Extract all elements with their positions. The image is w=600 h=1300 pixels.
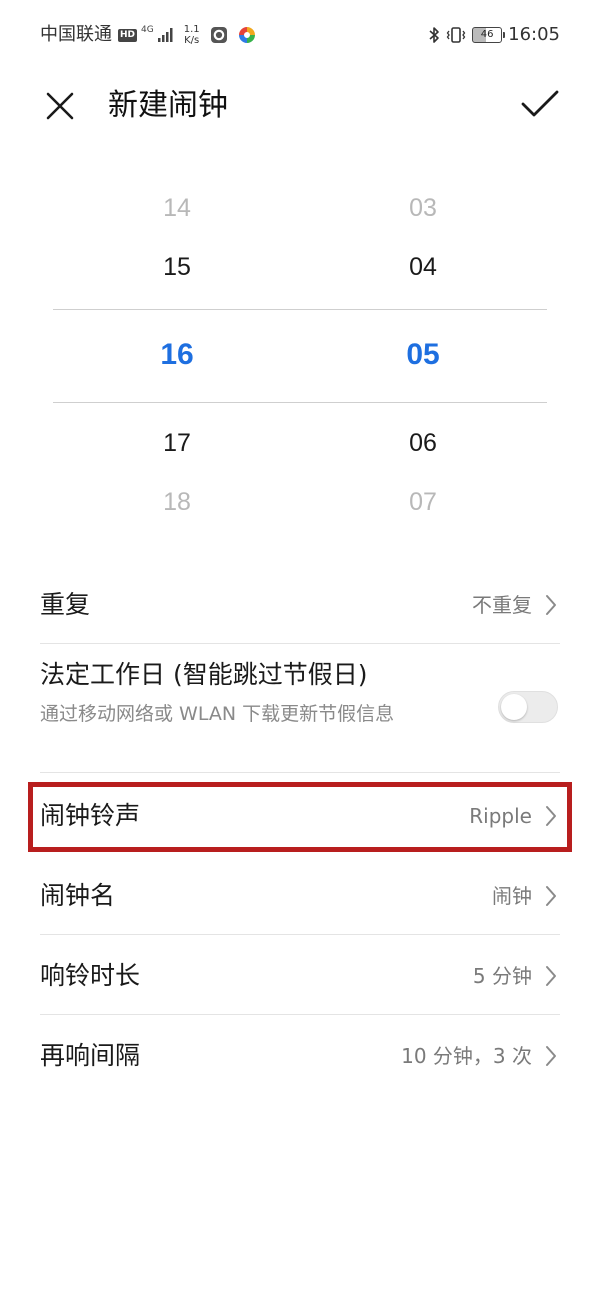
check-icon <box>521 90 559 117</box>
signal-icon <box>157 28 173 42</box>
picker-selection-line-bottom <box>53 402 547 403</box>
selected-hour[interactable]: 16 <box>77 338 277 372</box>
repeat-row[interactable]: 重复 不重复 <box>40 566 560 644</box>
divider <box>40 772 560 773</box>
network-speed-value: 1.1 <box>183 24 200 35</box>
network-type: 4G <box>141 25 154 35</box>
hour-wheel[interactable]: 14 15 16 17 18 <box>77 180 277 530</box>
hour-option[interactable]: 15 <box>77 253 277 282</box>
vibrate-icon <box>446 27 466 43</box>
network-speed-unit: K/s <box>184 35 200 46</box>
status-bar-right: 46 16:05 <box>428 22 560 48</box>
ring-duration-value: 5 分钟 <box>472 964 532 988</box>
alarm-name-label: 闹钟名 <box>40 881 116 910</box>
minute-option[interactable]: 06 <box>323 429 523 458</box>
network-speed: 1.1 K/s <box>184 24 200 46</box>
ring-duration-row[interactable]: 响铃时长 5 分钟 <box>40 938 560 1014</box>
app-notification-icon <box>210 27 227 43</box>
repeat-label: 重复 <box>40 590 91 619</box>
chevron-right-icon <box>542 879 560 913</box>
ringtone-label: 闹钟铃声 <box>40 801 141 830</box>
workday-label: 法定工作日 (智能跳过节假日) <box>40 660 368 689</box>
workday-description: 通过移动网络或 WLAN 下载更新节假信息 <box>40 703 395 725</box>
minute-option[interactable]: 04 <box>323 253 523 282</box>
close-button[interactable] <box>38 84 82 128</box>
app-color-wheel-icon <box>238 27 255 43</box>
confirm-button[interactable] <box>516 82 564 126</box>
hour-option[interactable]: 17 <box>77 429 277 458</box>
close-icon <box>46 92 74 120</box>
minute-option[interactable]: 07 <box>323 488 523 517</box>
ring-duration-label: 响铃时长 <box>40 961 141 990</box>
time-picker: 14 15 16 17 18 03 04 05 06 07 <box>0 180 600 530</box>
battery-indicator: 46 <box>472 27 506 43</box>
chevron-right-icon <box>542 799 560 833</box>
new-alarm-screen: 中国联通 HD 4G 1.1 K/s 46 16:05 新建闹钟 14 15 1… <box>0 0 600 1300</box>
hd-badge: HD <box>118 28 138 42</box>
toggle-knob <box>501 694 527 720</box>
ringtone-row[interactable]: 闹钟铃声 Ripple <box>40 778 560 854</box>
ringtone-value: Ripple <box>469 804 532 828</box>
chevron-right-icon <box>542 959 560 993</box>
status-bar-left: 中国联通 HD 4G 1.1 K/s <box>40 22 256 48</box>
minute-wheel[interactable]: 03 04 05 06 07 <box>323 180 523 530</box>
workday-row: 法定工作日 (智能跳过节假日) 通过移动网络或 WLAN 下载更新节假信息 <box>40 644 560 772</box>
repeat-value: 不重复 <box>472 593 532 617</box>
carrier-name: 中国联通 <box>40 24 112 45</box>
snooze-label: 再响间隔 <box>40 1041 141 1070</box>
hour-option[interactable]: 14 <box>77 194 277 223</box>
workday-toggle[interactable] <box>498 691 558 723</box>
picker-selection-line-top <box>53 309 547 310</box>
top-bar: 新建闹钟 <box>0 70 600 140</box>
snooze-value: 10 分钟，3 次 <box>401 1044 532 1068</box>
alarm-name-value: 闹钟 <box>492 884 532 908</box>
snooze-row[interactable]: 再响间隔 10 分钟，3 次 <box>40 1018 560 1094</box>
page-title: 新建闹钟 <box>108 88 228 123</box>
divider <box>40 934 560 935</box>
chevron-right-icon <box>542 588 560 622</box>
divider <box>40 1014 560 1015</box>
status-bar: 中国联通 HD 4G 1.1 K/s 46 16:05 <box>0 0 600 70</box>
status-time: 16:05 <box>508 24 560 45</box>
minute-option[interactable]: 03 <box>323 194 523 223</box>
alarm-name-row[interactable]: 闹钟名 闹钟 <box>40 858 560 934</box>
chevron-right-icon <box>542 1039 560 1073</box>
hour-option[interactable]: 18 <box>77 488 277 517</box>
bluetooth-icon <box>429 27 439 43</box>
selected-minute[interactable]: 05 <box>323 338 523 372</box>
